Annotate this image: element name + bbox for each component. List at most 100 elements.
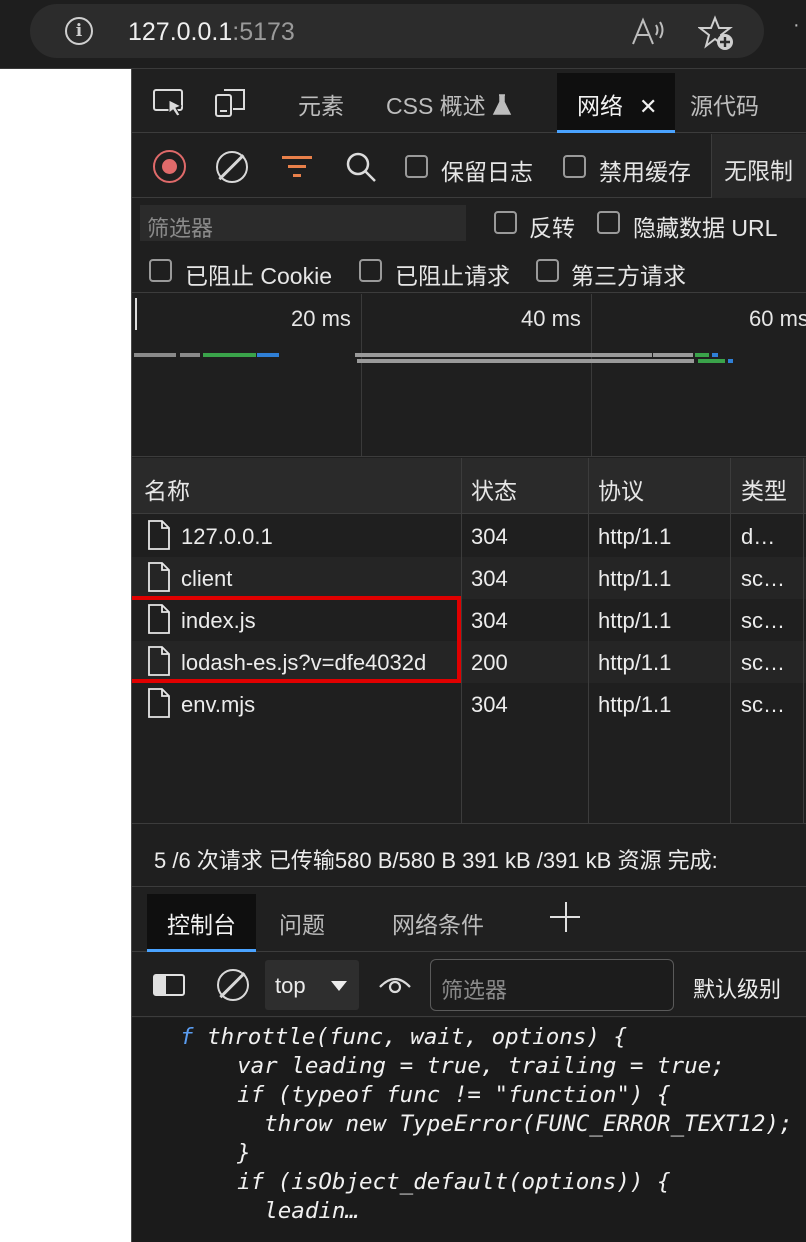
console-line: } — [210, 1140, 251, 1166]
search-icon[interactable] — [345, 151, 377, 183]
column-divider[interactable] — [803, 458, 804, 823]
hide-data-urls-checkbox[interactable] — [597, 211, 620, 234]
column-divider[interactable] — [730, 458, 731, 823]
timeline-bar — [357, 359, 694, 363]
disable-cache-label: 禁用缓存 — [599, 159, 691, 185]
timeline-tick-label: 60 ms — [749, 306, 806, 331]
address-url[interactable]: 127.0.0.1:5173 — [128, 18, 295, 47]
row-protocol: http/1.1 — [598, 566, 672, 591]
context-select[interactable]: top — [265, 960, 359, 1010]
live-expression-eye-icon[interactable] — [378, 973, 412, 997]
context-select-value: top — [275, 973, 306, 998]
caret-down-icon — [331, 981, 347, 991]
record-icon[interactable] — [153, 150, 186, 183]
filter-icon[interactable] — [282, 156, 312, 178]
page-viewport — [0, 69, 131, 1242]
throttling-select[interactable]: 无限制 — [711, 134, 806, 198]
table-header: 名称 状态 协议 类型 — [132, 458, 806, 514]
show-sidebar-icon[interactable] — [153, 974, 185, 996]
column-header-type[interactable]: 类型 — [741, 472, 787, 506]
timeline-bar — [695, 353, 709, 357]
column-divider[interactable] — [461, 458, 462, 823]
timeline-bar — [698, 359, 725, 363]
network-filter-input[interactable]: 筛选器 — [140, 205, 466, 241]
blocked-requests-label: 已阻止请求 — [395, 263, 510, 289]
network-summary-bar: 5 /6 次请求 已传输580 B/580 B 391 kB /391 kB 资… — [132, 825, 806, 887]
console-toolbar: top 筛选器 默认级别 — [132, 953, 806, 1017]
network-overview-timeline[interactable]: 20 ms 40 ms 60 ms — [132, 294, 806, 457]
console-output: f throttle(func, wait, options) { var le… — [132, 1018, 806, 1242]
tab-network-label: 网络 — [577, 93, 623, 119]
console-line: f throttle(func, wait, options) { — [180, 1024, 627, 1050]
row-type: sc… — [741, 566, 785, 591]
row-type: sc… — [741, 608, 785, 633]
tab-network-conditions[interactable]: 网络条件 — [392, 906, 484, 940]
row-protocol: http/1.1 — [598, 692, 672, 717]
console-line: throw new TypeError(FUNC_ERROR_TEXT12); — [210, 1111, 793, 1137]
flask-icon — [492, 94, 511, 115]
blocked-requests-checkbox[interactable] — [359, 259, 382, 282]
console-line: leadin… — [210, 1198, 360, 1224]
column-divider[interactable] — [588, 458, 589, 823]
site-info-icon[interactable]: i — [65, 17, 93, 45]
row-name: 127.0.0.1 — [181, 524, 273, 549]
close-icon[interactable]: ✕ — [639, 94, 657, 119]
read-aloud-icon[interactable] — [630, 16, 666, 48]
row-status: 304 — [471, 692, 508, 717]
timeline-gridline — [361, 294, 362, 456]
row-protocol: http/1.1 — [598, 524, 672, 549]
tab-css-overview[interactable]: CSS 概述 — [386, 87, 512, 121]
row-status: 304 — [471, 524, 508, 549]
preserve-log-checkbox[interactable] — [405, 155, 428, 178]
console-line: var leading = true, trailing = true; — [210, 1053, 725, 1079]
column-header-protocol[interactable]: 协议 — [598, 472, 644, 506]
clear-console-icon[interactable] — [217, 969, 249, 1001]
disable-cache-checkbox[interactable] — [563, 155, 586, 178]
timeline-bar — [257, 353, 279, 357]
invert-checkbox[interactable] — [494, 211, 517, 234]
blocked-cookies-checkbox[interactable] — [149, 259, 172, 282]
third-party-checkbox[interactable] — [536, 259, 559, 282]
tab-sources[interactable]: 源代码 — [690, 87, 759, 121]
row-type: sc… — [741, 692, 785, 717]
add-tab-icon[interactable] — [550, 902, 582, 934]
row-type: sc… — [741, 650, 785, 675]
summary-text: 5 /6 次请求 已传输580 B/580 B 391 kB /391 kB 资… — [154, 848, 718, 873]
function-marker: f — [180, 1024, 194, 1050]
table-row[interactable]: client 304 http/1.1 sc… — [132, 557, 806, 599]
annotation-highlight-box — [132, 596, 461, 683]
add-favorite-icon[interactable] — [698, 15, 736, 53]
table-row[interactable]: env.mjs 304 http/1.1 sc… — [132, 683, 806, 725]
third-party-label: 第三方请求 — [571, 263, 686, 289]
filter-row: 筛选器 反转 隐藏数据 URL — [132, 199, 806, 247]
drawer-tabbar: 控制台 问题 网络条件 — [132, 888, 806, 952]
tab-network[interactable]: 网络 ✕ — [557, 73, 676, 133]
column-header-status[interactable]: 状态 — [471, 472, 517, 506]
row-status: 304 — [471, 566, 508, 591]
console-line: if (typeof func != "function") { — [210, 1082, 671, 1108]
timeline-bar — [180, 353, 200, 357]
tab-elements[interactable]: 元素 — [298, 87, 344, 121]
devtools-panel: 元素 CSS 概述 网络 ✕ 源代码 保留日志 禁用缓存 无限制 筛选器 反转 隐… — [131, 69, 806, 1242]
clear-icon[interactable] — [216, 151, 248, 183]
more-icon[interactable]: · — [793, 14, 806, 44]
url-host: 127.0.0.1 — [128, 18, 233, 46]
device-toolbar-icon[interactable] — [214, 87, 248, 117]
inspect-element-icon[interactable] — [152, 87, 186, 117]
network-toolbar: 保留日志 禁用缓存 无限制 — [132, 134, 806, 198]
preserve-log-label: 保留日志 — [441, 159, 533, 185]
log-level-select[interactable]: 默认级别 — [693, 972, 781, 1004]
browser-toolbar: i 127.0.0.1:5173 · — [0, 0, 806, 69]
timeline-bar — [712, 353, 718, 357]
console-filter-input[interactable]: 筛选器 — [430, 959, 674, 1011]
column-header-name[interactable]: 名称 — [144, 472, 190, 506]
hide-data-urls-label: 隐藏数据 URL — [633, 215, 778, 241]
row-status: 304 — [471, 608, 508, 633]
timeline-gridline — [591, 294, 592, 456]
tab-issues[interactable]: 问题 — [279, 906, 325, 940]
code-text: throttle(func, wait, options) { — [207, 1024, 628, 1050]
tab-console[interactable]: 控制台 — [147, 894, 256, 952]
devtools-tabbar: 元素 CSS 概述 网络 ✕ 源代码 — [132, 69, 806, 133]
address-bar[interactable]: i 127.0.0.1:5173 — [30, 4, 764, 58]
table-row[interactable]: 127.0.0.1 304 http/1.1 d… — [132, 515, 806, 557]
